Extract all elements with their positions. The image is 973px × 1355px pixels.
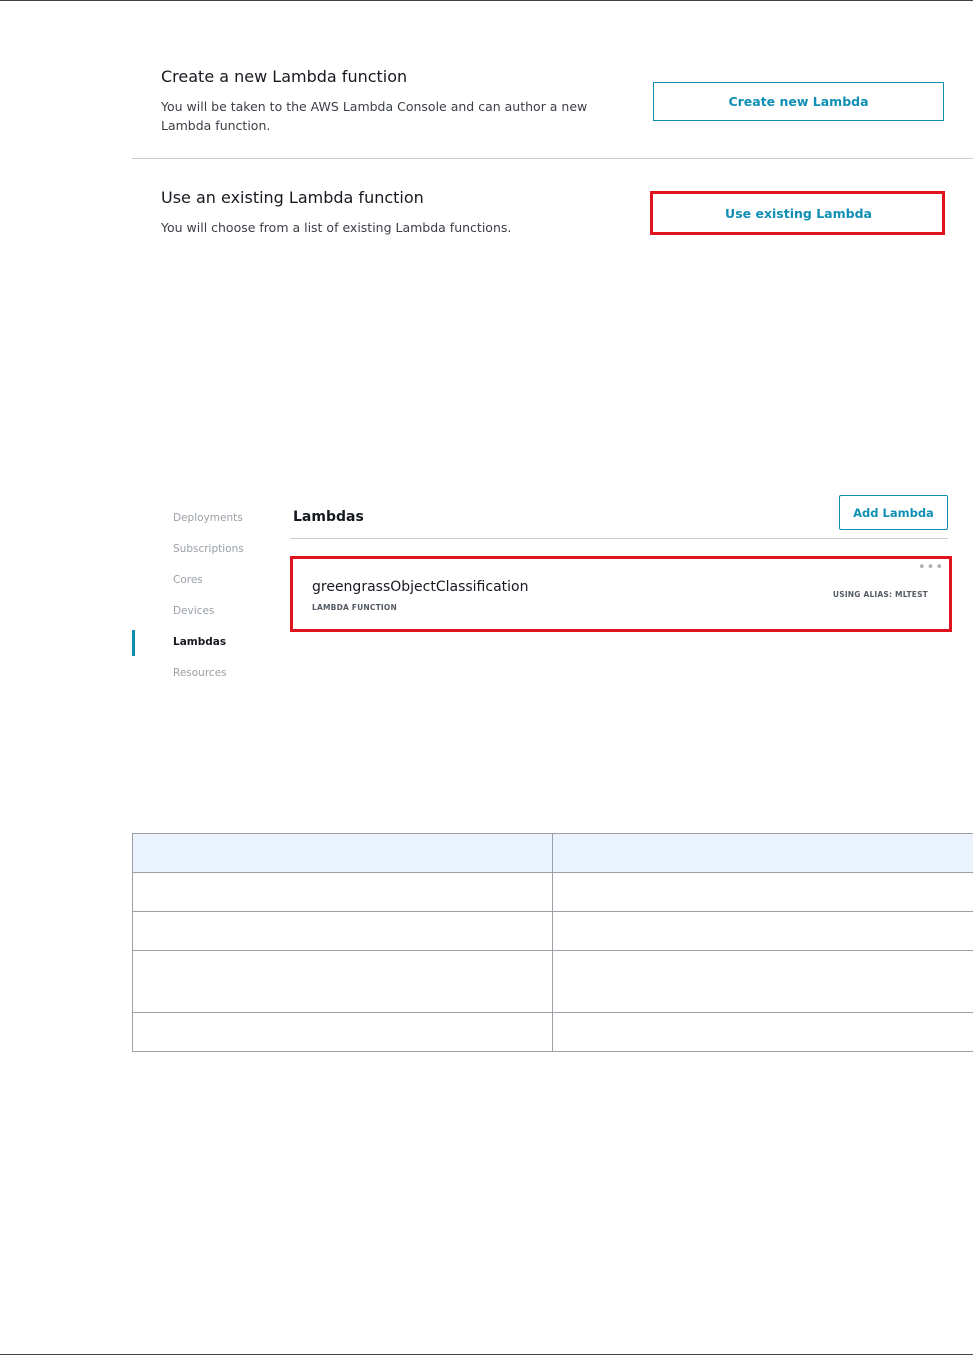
table-cell — [552, 872, 973, 912]
lambdas-section-rule — [290, 538, 948, 539]
side-nav-subscriptions[interactable]: Subscriptions — [173, 543, 244, 555]
table-row — [132, 872, 973, 912]
table-row — [132, 911, 973, 951]
create-lambda-description: You will be taken to the AWS Lambda Cons… — [161, 99, 588, 133]
table-header-row — [132, 833, 973, 873]
table-row — [132, 950, 973, 1013]
table-cell — [132, 872, 553, 912]
more-horizontal-icon[interactable]: ••• — [918, 561, 944, 574]
lambda-alias-label: USING ALIAS: MLTEST — [832, 590, 928, 599]
create-lambda-title: Create a new Lambda function — [161, 67, 408, 86]
option-divider — [132, 158, 973, 159]
table-cell — [132, 1012, 553, 1052]
page-top-rule — [0, 0, 973, 1]
side-nav-deployments[interactable]: Deployments — [173, 512, 243, 524]
add-lambda-button[interactable]: Add Lambda — [839, 495, 948, 530]
table-cell — [132, 911, 553, 951]
lambdas-section-title: Lambdas — [293, 509, 364, 525]
table-header-cell — [552, 833, 973, 873]
side-nav-resources[interactable]: Resources — [173, 667, 227, 679]
info-table — [132, 833, 973, 1052]
lambda-function-name[interactable]: greengrassObjectClassification — [312, 579, 528, 595]
table-row — [132, 1012, 973, 1052]
create-new-lambda-button[interactable]: Create new Lambda — [653, 82, 944, 121]
side-nav-cores[interactable]: Cores — [173, 574, 203, 586]
table-cell — [132, 950, 553, 1013]
table-cell — [552, 911, 973, 951]
table-header-cell — [132, 833, 553, 873]
side-nav-devices[interactable]: Devices — [173, 605, 214, 617]
use-existing-lambda-button[interactable]: Use existing Lambda — [653, 194, 944, 233]
side-nav-active-indicator — [132, 630, 135, 656]
existing-lambda-description: You will choose from a list of existing … — [161, 220, 512, 235]
table-cell — [552, 1012, 973, 1052]
side-nav-lambdas[interactable]: Lambdas — [173, 636, 226, 648]
existing-lambda-title: Use an existing Lambda function — [161, 188, 424, 207]
lambda-function-type: LAMBDA FUNCTION — [312, 603, 397, 612]
table-cell — [552, 950, 973, 1013]
